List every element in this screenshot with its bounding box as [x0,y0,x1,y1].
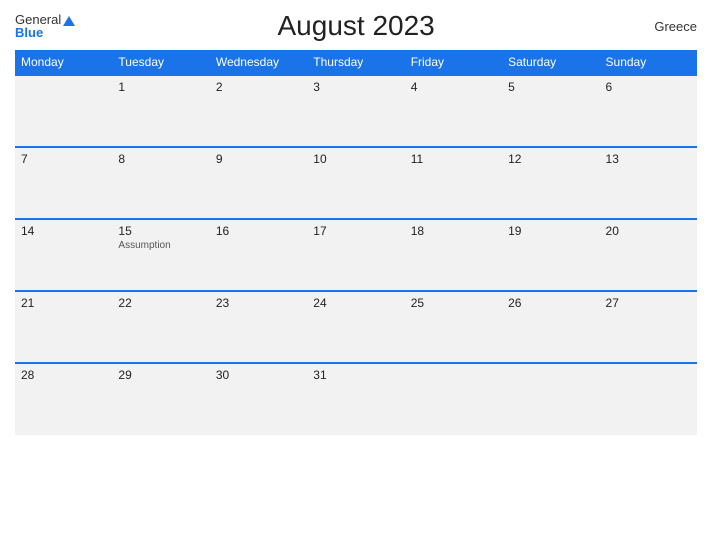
day-number-10: 10 [313,152,398,166]
cell-w3-d5: 26 [502,291,599,363]
cell-w0-d0 [15,75,112,147]
day-number-5: 5 [508,80,593,94]
week-row-1: 789 10 11 12 13 [15,147,697,219]
cell-w0-d3: 3 [307,75,404,147]
cell-w4-d1: 29 [112,363,209,435]
cell-w0-d4: 4 [405,75,502,147]
week-row-4: 28 29 30 31 [15,363,697,435]
header-sunday: Sunday [600,50,697,75]
day-number-14: 14 [21,224,106,238]
day-number-24: 24 [313,296,398,310]
day-number-22: 22 [118,296,203,310]
cell-w2-d4: 18 [405,219,502,291]
day-number-1: 1 [118,80,203,94]
day-number-17: 17 [313,224,398,238]
cell-w4-d6 [600,363,697,435]
cell-w3-d2: 23 [210,291,307,363]
cell-w1-d6: 13 [600,147,697,219]
day-number-16: 16 [216,224,301,238]
cell-w3-d4: 25 [405,291,502,363]
cell-w2-d5: 19 [502,219,599,291]
week-row-3: 21 22 23 24 25 26 27 [15,291,697,363]
cell-w4-d3: 31 [307,363,404,435]
day-number-31: 31 [313,368,398,382]
cell-w4-d4 [405,363,502,435]
day-number-21: 21 [21,296,106,310]
cell-w3-d1: 22 [112,291,209,363]
day-number-20: 20 [606,224,691,238]
logo-blue-text: Blue [15,26,75,39]
day-number-7: 7 [21,152,106,166]
day-number-29: 29 [118,368,203,382]
cell-w4-d2: 30 [210,363,307,435]
calendar-container: General Blue August 2023 Greece Monday T… [0,0,712,550]
weekday-header-row: Monday Tuesday Wednesday Thursday Friday… [15,50,697,75]
day-number-15: 15 [118,224,203,238]
day-number-2: 2 [216,80,301,94]
cell-w3-d0: 21 [15,291,112,363]
cell-w0-d5: 5 [502,75,599,147]
day-number-4: 4 [411,80,496,94]
day-number-19: 19 [508,224,593,238]
week-row-0: 123456 [15,75,697,147]
day-number-23: 23 [216,296,301,310]
day-number-13: 13 [606,152,691,166]
cell-w1-d5: 12 [502,147,599,219]
calendar-table: Monday Tuesday Wednesday Thursday Friday… [15,50,697,435]
day-number-30: 30 [216,368,301,382]
cell-w0-d1: 1 [112,75,209,147]
cell-w2-d2: 16 [210,219,307,291]
cell-w2-d0: 14 [15,219,112,291]
cell-w0-d6: 6 [600,75,697,147]
month-title: August 2023 [75,10,637,42]
cell-w3-d3: 24 [307,291,404,363]
cell-w2-d1: 15 Assumption [112,219,209,291]
logo: General Blue [15,13,75,39]
country-label: Greece [637,19,697,34]
header-saturday: Saturday [502,50,599,75]
calendar-header: General Blue August 2023 Greece [15,10,697,42]
header-thursday: Thursday [307,50,404,75]
day-number-27: 27 [606,296,691,310]
day-number-6: 6 [606,80,691,94]
day-number-25: 25 [411,296,496,310]
header-tuesday: Tuesday [112,50,209,75]
cell-w3-d6: 27 [600,291,697,363]
cell-w1-d2: 9 [210,147,307,219]
header-friday: Friday [405,50,502,75]
header-monday: Monday [15,50,112,75]
cell-w4-d0: 28 [15,363,112,435]
day-number-3: 3 [313,80,398,94]
cell-w4-d5 [502,363,599,435]
day-number-28: 28 [21,368,106,382]
holiday-label-15: Assumption [118,240,203,251]
week-row-2: 14 15 Assumption 16 17 18 19 20 [15,219,697,291]
cell-w1-d4: 11 [405,147,502,219]
cell-w1-d3: 10 [307,147,404,219]
cell-w1-d1: 8 [112,147,209,219]
header-wednesday: Wednesday [210,50,307,75]
cell-w0-d2: 2 [210,75,307,147]
day-number-8: 8 [118,152,203,166]
day-number-26: 26 [508,296,593,310]
day-number-12: 12 [508,152,593,166]
cell-w2-d6: 20 [600,219,697,291]
cell-w1-d0: 7 [15,147,112,219]
cell-w2-d3: 17 [307,219,404,291]
day-number-18: 18 [411,224,496,238]
day-number-9: 9 [216,152,301,166]
day-number-11: 11 [411,152,496,166]
logo-triangle-icon [63,16,75,26]
